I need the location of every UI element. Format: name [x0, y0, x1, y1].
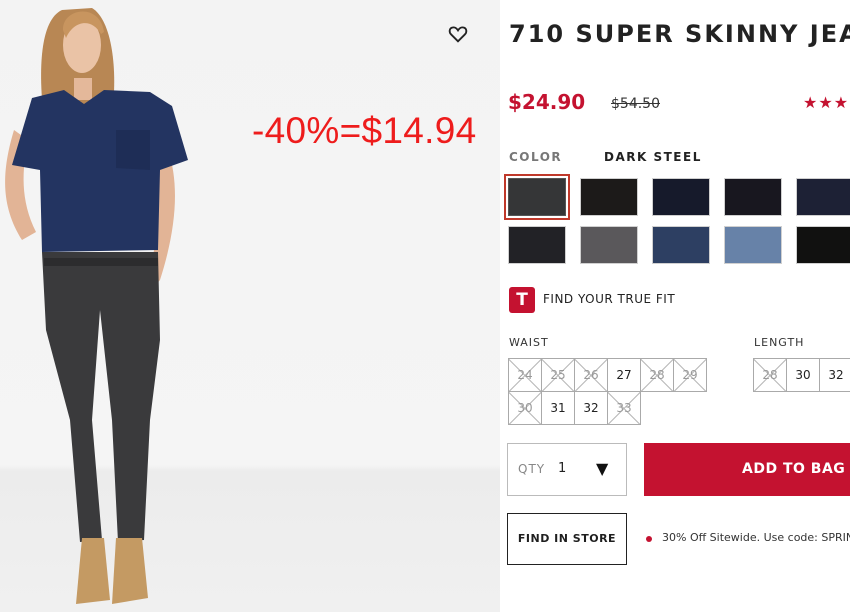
promo-bullet: [646, 536, 652, 542]
color-swatch-light-blue[interactable]: [724, 226, 782, 264]
waist-size-24[interactable]: 24: [508, 358, 542, 392]
color-swatch-smoke-grey[interactable]: [580, 226, 638, 264]
color-swatch-dark-steel[interactable]: [504, 174, 570, 220]
add-to-bag-button[interactable]: ADD TO BAG: [644, 443, 850, 496]
length-size-28[interactable]: 28: [753, 358, 787, 392]
color-swatch-jet-black[interactable]: [796, 226, 850, 264]
color-label: COLOR: [509, 150, 563, 164]
waist-size-29[interactable]: 29: [673, 358, 707, 392]
color-swatch-deep-navy[interactable]: [796, 178, 850, 216]
color-swatch-medium-blue[interactable]: [652, 226, 710, 264]
original-price: $54.50: [611, 96, 660, 112]
length-size-32[interactable]: 32: [819, 358, 850, 392]
rating-stars[interactable]: ★★★: [803, 93, 849, 112]
promo-message: 30% Off Sitewide. Use code: SPRIN: [662, 531, 850, 544]
waist-size-28[interactable]: 28: [640, 358, 674, 392]
selected-color-name: DARK STEEL: [604, 150, 702, 164]
color-swatch-black-rinse[interactable]: [580, 178, 638, 216]
sale-price: $24.90: [508, 90, 586, 114]
waist-size-30[interactable]: 30: [508, 391, 542, 425]
product-details-panel: 710 SUPER SKINNY JEA $24.90 $54.50 ★★★ C…: [500, 0, 850, 612]
waist-size-26[interactable]: 26: [574, 358, 608, 392]
product-image: -40%=$14.94: [0, 0, 500, 612]
true-fit-icon[interactable]: T: [509, 287, 535, 313]
caret-down-icon: ▼: [596, 459, 609, 478]
find-in-store-button[interactable]: FIND IN STORE: [507, 513, 627, 565]
heart-outline-icon[interactable]: [447, 23, 469, 45]
waist-size-27[interactable]: 27: [607, 358, 641, 392]
qty-label: QTY: [518, 462, 546, 476]
model-photo: [5, 8, 188, 604]
waist-size-32[interactable]: 32: [574, 391, 608, 425]
waist-label: WAIST: [509, 336, 549, 349]
product-title: 710 SUPER SKINNY JEA: [509, 20, 850, 48]
color-swatch-black-wash[interactable]: [508, 226, 566, 264]
quantity-select[interactable]: QTY 1 ▼: [507, 443, 627, 496]
discount-annotation: -40%=$14.94: [252, 110, 477, 151]
color-swatch-midnight[interactable]: [724, 178, 782, 216]
color-swatch-dark-indigo[interactable]: [652, 178, 710, 216]
waist-size-25[interactable]: 25: [541, 358, 575, 392]
waist-size-33[interactable]: 33: [607, 391, 641, 425]
qty-value: 1: [558, 461, 567, 476]
length-label: LENGTH: [754, 336, 805, 349]
waist-size-31[interactable]: 31: [541, 391, 575, 425]
length-size-30[interactable]: 30: [786, 358, 820, 392]
true-fit-link[interactable]: FIND YOUR TRUE FIT: [543, 292, 675, 306]
